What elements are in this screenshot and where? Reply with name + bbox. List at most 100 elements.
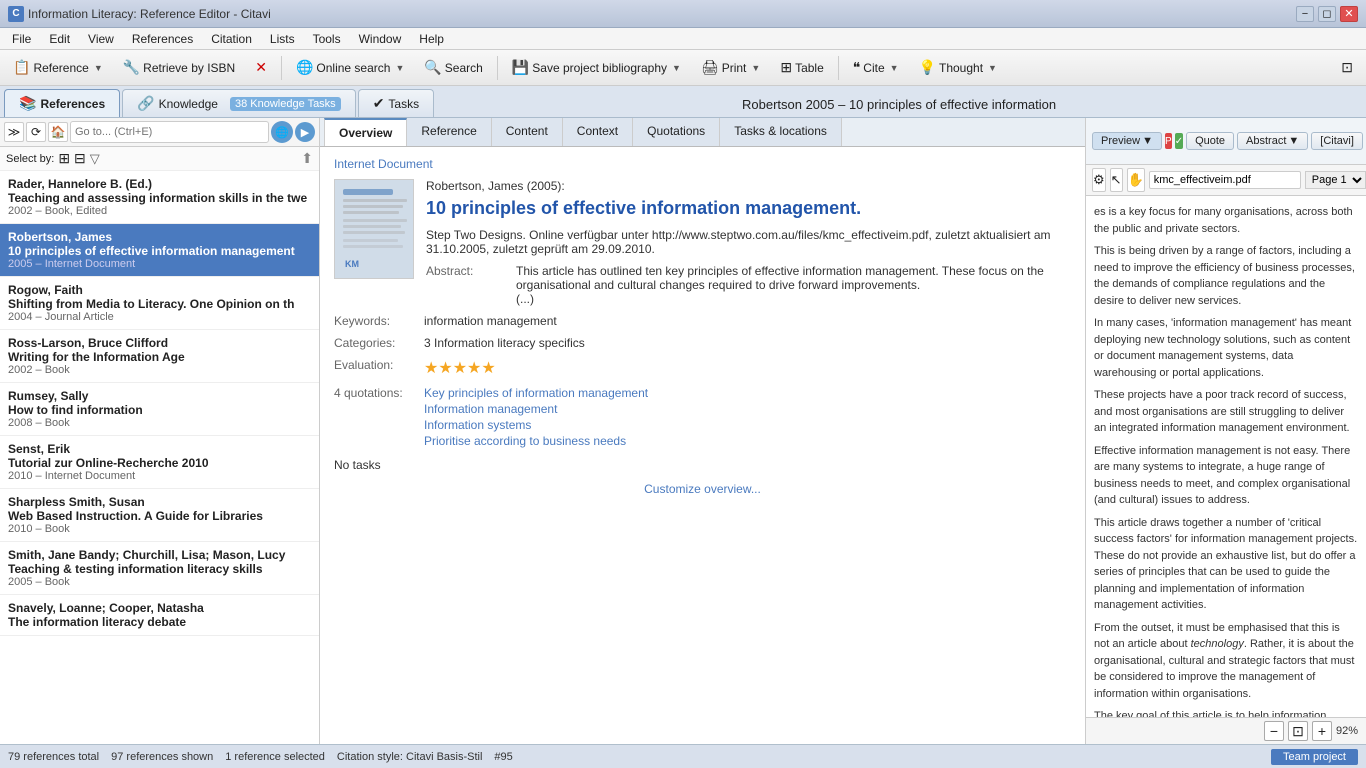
- menu-references[interactable]: References: [124, 30, 201, 48]
- search-input[interactable]: [70, 121, 269, 143]
- retrieve-icon: 🔧: [123, 59, 140, 76]
- preview-button[interactable]: Preview ▼: [1092, 132, 1162, 150]
- reference-list-item-2[interactable]: Rogow, Faith Shifting from Media to Lite…: [0, 277, 319, 330]
- shown-refs: 97 references shown: [111, 751, 213, 763]
- ref-year-type: 2005 – Book: [8, 576, 311, 588]
- ref-year-type: 2010 – Internet Document: [8, 470, 311, 482]
- ref-title: How to find information: [8, 403, 311, 417]
- right-panel: Preview ▼ P ✓ Quote Abstract ▼ [Citavi] …: [1086, 118, 1366, 744]
- reference-list-item-8[interactable]: Snavely, Loanne; Cooper, Natasha The inf…: [0, 595, 319, 636]
- abstract-label: Abstract: [1246, 135, 1286, 147]
- thought-button[interactable]: 💡 Thought ▼: [910, 54, 1006, 82]
- pdf-hand-button[interactable]: ✋: [1127, 168, 1145, 192]
- reference-list-item-3[interactable]: Ross-Larson, Bruce Clifford Writing for …: [0, 330, 319, 383]
- reference-dropdown-arrow: ▼: [94, 63, 103, 73]
- quotation-item-3[interactable]: Information systems: [424, 418, 648, 432]
- search-button[interactable]: 🔍 Search: [415, 54, 491, 82]
- save-bib-arrow: ▼: [672, 63, 681, 73]
- reference-button[interactable]: 📋 Reference ▼: [4, 54, 112, 82]
- menu-window[interactable]: Window: [351, 30, 410, 48]
- tab-tasks[interactable]: ✔ Tasks: [358, 89, 434, 117]
- detail-content: Internet Document KM: [320, 147, 1085, 744]
- menu-citation[interactable]: Citation: [203, 30, 260, 48]
- zoom-in-button[interactable]: +: [1312, 721, 1332, 741]
- delete-button[interactable]: ✕: [246, 54, 276, 82]
- reference-list-item-1[interactable]: Robertson, James 10 principles of effect…: [0, 224, 319, 277]
- select-by-label: Select by:: [6, 153, 54, 165]
- doc-type[interactable]: Internet Document: [334, 157, 1071, 171]
- quote-button[interactable]: Quote: [1186, 132, 1234, 150]
- titlebar-title: Information Literacy: Reference Editor -…: [28, 7, 271, 21]
- team-project-button[interactable]: Team project: [1271, 749, 1358, 765]
- select-none-icon[interactable]: ⊟: [74, 150, 86, 167]
- customize-overview-link[interactable]: Customize overview...: [334, 482, 1071, 496]
- minimize-button[interactable]: −: [1296, 6, 1314, 22]
- tab-context[interactable]: Context: [563, 118, 633, 146]
- select-all-icon[interactable]: ⊞: [58, 150, 70, 167]
- toolbar-separator-2: [497, 56, 498, 80]
- nav-up-button[interactable]: 🏠: [48, 122, 68, 142]
- abstract-button[interactable]: Abstract ▼: [1237, 132, 1308, 150]
- pdf-cursor-button[interactable]: ↖: [1110, 168, 1123, 192]
- quotation-item-2[interactable]: Information management: [424, 402, 648, 416]
- doc-author-year: Robertson, James (2005):: [426, 179, 1071, 193]
- cite-button[interactable]: ❝ Cite ▼: [844, 54, 908, 82]
- doc-title: 10 principles of effective information m…: [426, 197, 1071, 220]
- restore-button[interactable]: ◻: [1318, 6, 1336, 22]
- pdf-settings-button[interactable]: ⚙: [1092, 168, 1106, 192]
- menu-help[interactable]: Help: [411, 30, 452, 48]
- star-rating[interactable]: ★★★★★: [424, 358, 496, 378]
- zoom-fit-button[interactable]: ⊡: [1288, 721, 1308, 741]
- nav-forward-button[interactable]: ⟳: [26, 122, 46, 142]
- citavi-button[interactable]: [Citavi]: [1311, 132, 1363, 150]
- tab-overview[interactable]: Overview: [324, 118, 407, 146]
- reference-list-item-5[interactable]: Senst, Erik Tutorial zur Online-Recherch…: [0, 436, 319, 489]
- pdf-icon[interactable]: P: [1165, 133, 1172, 149]
- center-title: Robertson 2005 – 10 principles of effect…: [436, 97, 1362, 117]
- menu-tools[interactable]: Tools: [305, 30, 349, 48]
- pdf-filename-input[interactable]: [1149, 171, 1301, 189]
- ref-title: Shifting from Media to Literacy. One Opi…: [8, 297, 311, 311]
- print-button[interactable]: 🖨 Print ▼: [692, 54, 769, 82]
- abstract-dropdown-arrow: ▼: [1288, 135, 1299, 147]
- filter-icon[interactable]: ▽: [90, 151, 100, 167]
- ref-year-type: 2002 – Book, Edited: [8, 205, 311, 217]
- titlebar-controls[interactable]: − ◻ ✕: [1296, 6, 1358, 22]
- tab-references[interactable]: 📚 References: [4, 89, 120, 117]
- tab-content[interactable]: Content: [492, 118, 563, 146]
- tab-knowledge[interactable]: 🔗 Knowledge 38 Knowledge Tasks: [122, 89, 356, 117]
- tab-reference[interactable]: Reference: [407, 118, 491, 146]
- retrieve-isbn-button[interactable]: 🔧 Retrieve by ISBN: [114, 54, 244, 82]
- menu-file[interactable]: File: [4, 30, 39, 48]
- toolbar-separator-1: [281, 56, 282, 80]
- table-button[interactable]: ⊞ Table: [771, 54, 832, 82]
- citavi-label: [Citavi]: [1320, 135, 1354, 147]
- quotation-item-1[interactable]: Key principles of information management: [424, 386, 648, 400]
- online-search-button[interactable]: 🌐 Online search ▼: [287, 54, 413, 82]
- tab-quotations[interactable]: Quotations: [633, 118, 720, 146]
- pdf-para-2: In many cases, 'information management' …: [1094, 315, 1358, 381]
- nav-back-button[interactable]: ≫: [4, 122, 24, 142]
- menu-lists[interactable]: Lists: [262, 30, 303, 48]
- menu-edit[interactable]: Edit: [41, 30, 78, 48]
- pdf-page-select[interactable]: Page 1: [1305, 171, 1366, 189]
- close-button[interactable]: ✕: [1340, 6, 1358, 22]
- arrow-button[interactable]: ▶: [295, 122, 315, 142]
- reference-list-item-0[interactable]: Rader, Hannelore B. (Ed.) Teaching and a…: [0, 171, 319, 224]
- tab-tasks-locations[interactable]: Tasks & locations: [720, 118, 842, 146]
- reference-list-item-7[interactable]: Smith, Jane Bandy; Churchill, Lisa; Maso…: [0, 542, 319, 595]
- reference-list-item-4[interactable]: Rumsey, Sally How to find information 20…: [0, 383, 319, 436]
- reference-list-item-6[interactable]: Sharpless Smith, Susan Web Based Instruc…: [0, 489, 319, 542]
- menu-view[interactable]: View: [80, 30, 122, 48]
- selected-refs: 1 reference selected: [225, 751, 325, 763]
- save-bib-button[interactable]: 💾 Save project bibliography ▼: [503, 54, 690, 82]
- globe-button[interactable]: 🌐: [271, 121, 293, 143]
- quotation-item-4[interactable]: Prioritise according to business needs: [424, 434, 648, 448]
- zoom-out-button[interactable]: −: [1264, 721, 1284, 741]
- green-icon[interactable]: ✓: [1175, 133, 1183, 149]
- layout-button[interactable]: ⊡: [1332, 54, 1362, 82]
- references-tab-icon: 📚: [19, 95, 36, 112]
- quote-label: Quote: [1195, 135, 1225, 147]
- categories-label: Categories:: [334, 336, 424, 350]
- titlebar: C Information Literacy: Reference Editor…: [0, 0, 1366, 28]
